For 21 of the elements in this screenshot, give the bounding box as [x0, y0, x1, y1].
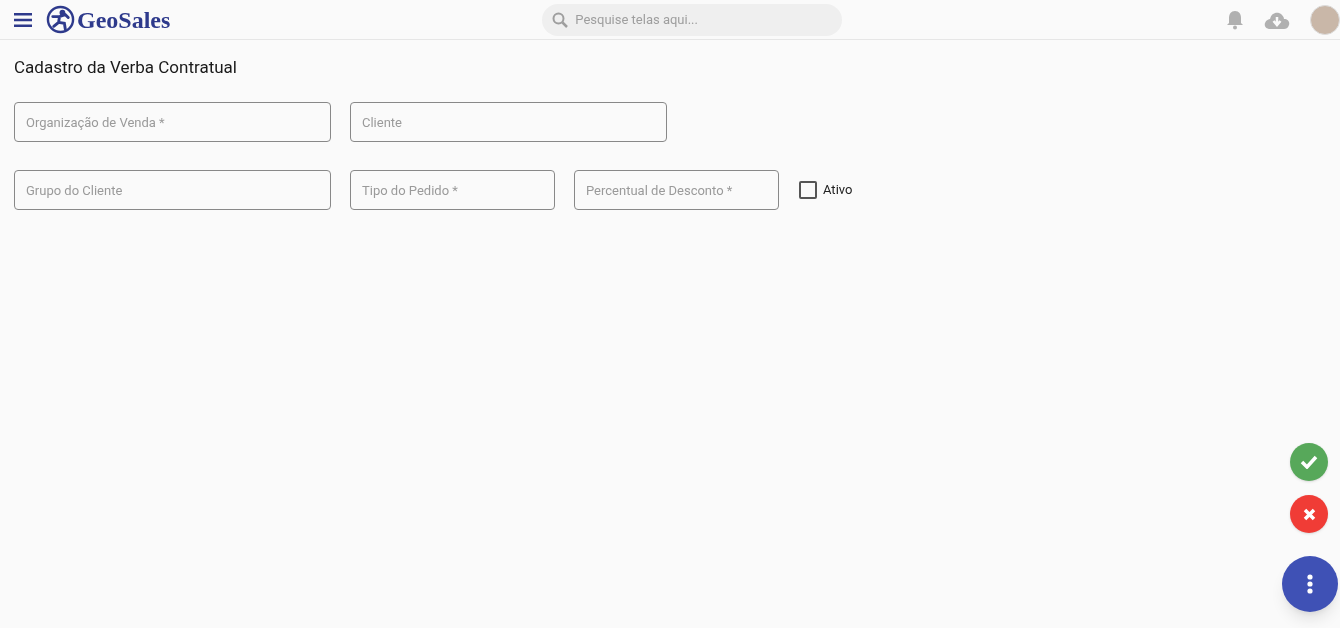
- confirm-button[interactable]: [1290, 443, 1328, 481]
- search-icon: [552, 11, 569, 28]
- cloud-download-icon[interactable]: [1264, 10, 1290, 29]
- checkmark-icon: [1300, 455, 1318, 469]
- text-field[interactable]: Percentual de Desconto *: [574, 170, 779, 210]
- search-field[interactable]: Pesquise telas aqui...: [542, 3, 843, 36]
- more-options-button[interactable]: [1282, 556, 1338, 612]
- cancel-button[interactable]: [1290, 495, 1328, 533]
- running-figure-logo-icon: [46, 5, 75, 34]
- close-icon: [1302, 507, 1316, 521]
- checkbox-label: Ativo: [823, 181, 853, 200]
- checkbox[interactable]: [799, 181, 817, 199]
- text-field[interactable]: Tipo do Pedido *: [350, 170, 555, 210]
- page-title: Cadastro da Verba Contratual: [14, 57, 238, 77]
- text-field[interactable]: Cliente: [350, 102, 667, 142]
- vertical-dots-icon: [1307, 574, 1313, 594]
- text-field[interactable]: Organização de Venda *: [14, 102, 331, 142]
- text-field[interactable]: Grupo do Cliente: [14, 170, 331, 210]
- bell-icon[interactable]: [1226, 9, 1244, 30]
- menu-icon[interactable]: [14, 12, 32, 27]
- logo-text: GeoSales: [77, 7, 171, 32]
